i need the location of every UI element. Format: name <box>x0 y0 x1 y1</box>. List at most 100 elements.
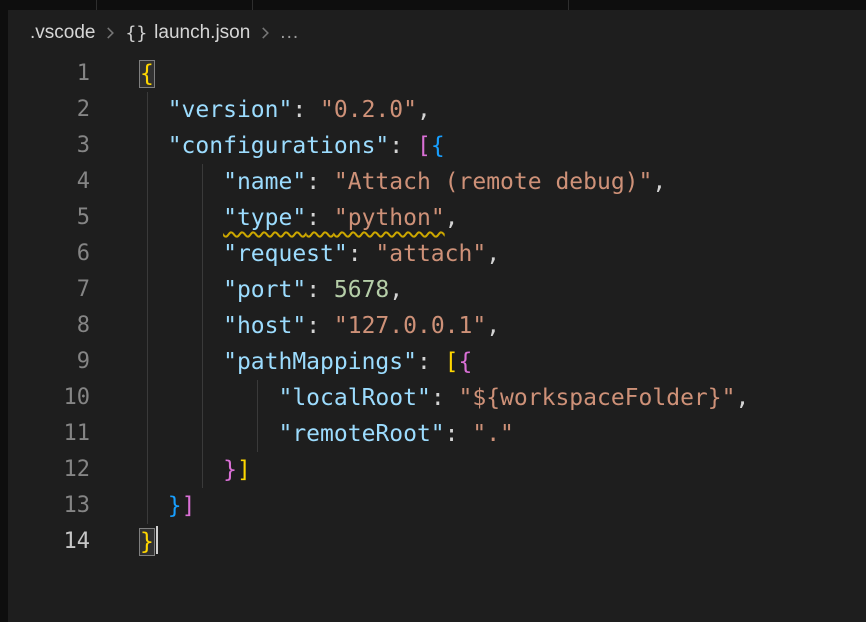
code-token: , <box>735 385 749 411</box>
code-line-content[interactable]: } <box>140 524 158 560</box>
line-number[interactable]: 3 <box>0 128 100 164</box>
code-token: [ <box>445 349 459 375</box>
code-token <box>140 421 278 447</box>
line-number[interactable]: 6 <box>0 236 100 272</box>
code-line-content[interactable]: { <box>140 56 154 92</box>
code-token: ] <box>237 457 251 483</box>
code-token: 5678 <box>334 277 389 303</box>
code-line-content[interactable]: "pathMappings": [{ <box>140 344 472 380</box>
code-line[interactable]: 12 }] <box>0 452 866 488</box>
code-line-content[interactable]: "type": "python", <box>140 200 459 236</box>
code-line-content[interactable]: "localRoot": "${workspaceFolder}", <box>140 380 749 416</box>
code-token: "." <box>472 421 514 447</box>
code-line[interactable]: 3 "configurations": [{ <box>0 128 866 164</box>
code-token: "pathMappings" <box>223 349 417 375</box>
code-token <box>140 493 168 519</box>
code-token: "0.2.0" <box>320 97 417 123</box>
code-line[interactable]: 5 "type": "python", <box>0 200 866 236</box>
code-token: "configurations" <box>168 133 390 159</box>
code-token: , <box>486 241 500 267</box>
code-token <box>140 349 223 375</box>
line-number[interactable]: 9 <box>0 344 100 380</box>
code-line[interactable]: 13 }] <box>0 488 866 524</box>
code-token: : <box>417 349 445 375</box>
code-token <box>140 241 223 267</box>
line-number[interactable]: 2 <box>0 92 100 128</box>
code-token: : <box>389 133 417 159</box>
code-line-content[interactable]: "host": "127.0.0.1", <box>140 308 500 344</box>
code-token: "version" <box>168 97 293 123</box>
breadcrumb-more[interactable]: ... <box>280 22 299 44</box>
code-token: ] <box>182 493 196 519</box>
code-line-content[interactable]: "port": 5678, <box>140 272 403 308</box>
code-token <box>140 457 223 483</box>
code-line[interactable]: 14} <box>0 524 866 560</box>
code-token: , <box>445 205 459 231</box>
code-line[interactable]: 8 "host": "127.0.0.1", <box>0 308 866 344</box>
code-token: { <box>431 133 445 159</box>
chevron-right-icon <box>101 24 119 42</box>
code-token: "${workspaceFolder}" <box>459 385 736 411</box>
breadcrumb-folder[interactable]: .vscode <box>30 22 95 44</box>
code-token: } <box>223 457 237 483</box>
code-token: "request" <box>223 241 348 267</box>
code-token: , <box>652 169 666 195</box>
code-token: : <box>306 277 334 303</box>
window-top-edge <box>0 0 866 10</box>
tab-separator <box>252 0 253 10</box>
line-number[interactable]: 14 <box>0 524 100 560</box>
code-line[interactable]: 7 "port": 5678, <box>0 272 866 308</box>
breadcrumb: .vscode {} launch.json ... <box>0 10 866 56</box>
line-number[interactable]: 12 <box>0 452 100 488</box>
code-line-content[interactable]: "name": "Attach (remote debug)", <box>140 164 666 200</box>
code-token: "Attach (remote debug)" <box>334 169 653 195</box>
code-line[interactable]: 6 "request": "attach", <box>0 236 866 272</box>
tab-separator <box>568 0 569 10</box>
code-token: : <box>306 313 334 339</box>
code-line-content[interactable]: "remoteRoot": "." <box>140 416 514 452</box>
line-number[interactable]: 11 <box>0 416 100 452</box>
code-line-content[interactable]: "configurations": [{ <box>140 128 445 164</box>
code-token: "attach" <box>375 241 486 267</box>
code-line-content[interactable]: }] <box>140 452 251 488</box>
code-token <box>140 313 223 339</box>
code-token: [ <box>417 133 431 159</box>
line-number[interactable]: 5 <box>0 200 100 236</box>
code-token: { <box>459 349 473 375</box>
code-line[interactable]: 11 "remoteRoot": "." <box>0 416 866 452</box>
code-editor[interactable]: 1{2 "version": "0.2.0",3 "configurations… <box>0 56 866 560</box>
line-number[interactable]: 13 <box>0 488 100 524</box>
code-token: , <box>389 277 403 303</box>
line-number[interactable]: 10 <box>0 380 100 416</box>
code-token: "127.0.0.1" <box>334 313 486 339</box>
code-line[interactable]: 2 "version": "0.2.0", <box>0 92 866 128</box>
code-token: : <box>306 205 334 231</box>
code-token: : <box>292 97 320 123</box>
code-token <box>140 277 223 303</box>
json-file-icon: {} <box>125 23 147 44</box>
line-number[interactable]: 7 <box>0 272 100 308</box>
code-line[interactable]: 9 "pathMappings": [{ <box>0 344 866 380</box>
line-number[interactable]: 8 <box>0 308 100 344</box>
code-line[interactable]: 4 "name": "Attach (remote debug)", <box>0 164 866 200</box>
code-line-content[interactable]: "request": "attach", <box>140 236 500 272</box>
code-token: } <box>168 493 182 519</box>
tab-separator <box>96 0 97 10</box>
code-line[interactable]: 10 "localRoot": "${workspaceFolder}", <box>0 380 866 416</box>
code-token <box>140 97 168 123</box>
code-line[interactable]: 1{ <box>0 56 866 92</box>
code-token <box>140 385 278 411</box>
code-token <box>140 205 223 231</box>
code-line-content[interactable]: "version": "0.2.0", <box>140 92 431 128</box>
code-token: { <box>140 61 154 87</box>
line-number[interactable]: 4 <box>0 164 100 200</box>
line-number[interactable]: 1 <box>0 56 100 92</box>
code-line-content[interactable]: }] <box>140 488 195 524</box>
code-token: } <box>140 529 154 555</box>
window-left-edge <box>0 0 8 622</box>
code-token: : <box>431 385 459 411</box>
code-token: : <box>348 241 376 267</box>
code-token <box>140 133 168 159</box>
breadcrumb-file[interactable]: launch.json <box>154 22 250 44</box>
code-token: : <box>445 421 473 447</box>
